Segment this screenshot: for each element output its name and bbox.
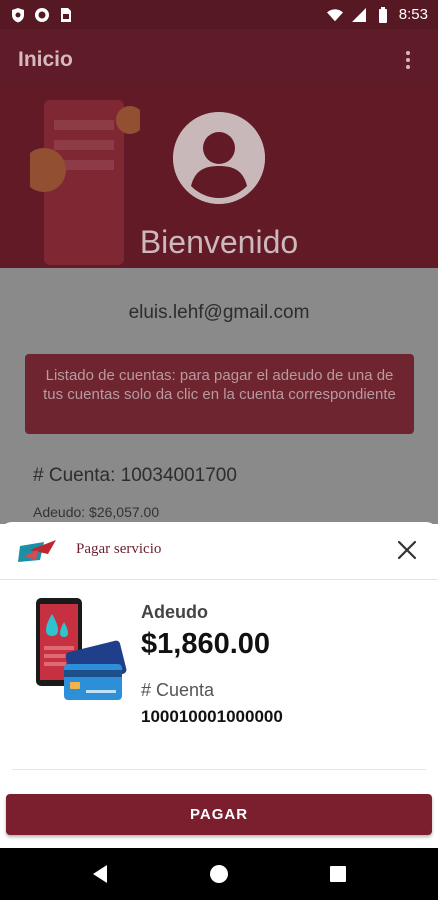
- user-email: eluis.lehf@gmail.com: [128, 302, 310, 323]
- welcome-title: Bienvenido: [139, 224, 299, 260]
- account-number: 100010001000000: [141, 707, 283, 726]
- app-logo-icon: [18, 540, 56, 562]
- account-label: # Cuenta: [141, 680, 215, 700]
- pay-service-sheet: Pagar servicio Adeudo $1,860.00 # Cuenta…: [0, 522, 438, 848]
- payment-illustration: [36, 598, 127, 700]
- sim-card-icon: [58, 7, 74, 23]
- welcome-header: Bienvenido: [0, 90, 438, 268]
- user-avatar-icon: [173, 112, 265, 204]
- toolbar-title: Inicio: [18, 47, 73, 71]
- account-item-debt: Adeudo: $26,057.00: [33, 504, 160, 520]
- status-time: 8:53: [398, 6, 428, 23]
- account-item-title[interactable]: # Cuenta: 10034001700: [33, 465, 237, 487]
- overflow-menu-icon[interactable]: [396, 48, 420, 72]
- info-message: Listado de cuentas: para pagar el adeudo…: [25, 354, 414, 434]
- account-list-area: eluis.lehf@gmail.com Listado de cuentas:…: [0, 268, 438, 524]
- system-nav-bar: [0, 848, 438, 900]
- sheet-title: Pagar servicio: [76, 541, 162, 557]
- recents-icon[interactable]: [318, 854, 358, 894]
- status-bar: 8:53: [0, 0, 438, 29]
- pay-button[interactable]: PAGAR: [6, 794, 432, 835]
- divider: [12, 769, 426, 770]
- battery-icon: [375, 6, 391, 23]
- wifi-icon: [326, 7, 343, 23]
- record-icon: [34, 7, 50, 23]
- close-icon[interactable]: [396, 539, 418, 561]
- home-icon[interactable]: [199, 854, 239, 894]
- app-toolbar: Inicio: [0, 29, 438, 90]
- back-icon[interactable]: [80, 854, 120, 894]
- signal-icon: [351, 7, 367, 23]
- shield-icon: [10, 7, 26, 23]
- debt-label: Adeudo: [141, 602, 208, 622]
- debt-amount: $1,860.00: [141, 628, 271, 660]
- sheet-header: Pagar servicio: [0, 522, 438, 580]
